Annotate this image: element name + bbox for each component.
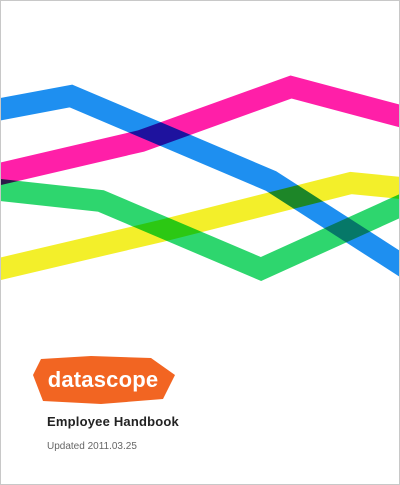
decorative-ribbons xyxy=(1,75,399,282)
logo-wordmark: datascope xyxy=(48,367,159,392)
updated-date: Updated 2011.03.25 xyxy=(47,441,137,452)
document-title: Employee Handbook xyxy=(47,414,179,429)
handbook-cover: datascope Employee Handbook Updated 2011… xyxy=(0,0,400,485)
datascope-logo: datascope xyxy=(33,356,175,404)
